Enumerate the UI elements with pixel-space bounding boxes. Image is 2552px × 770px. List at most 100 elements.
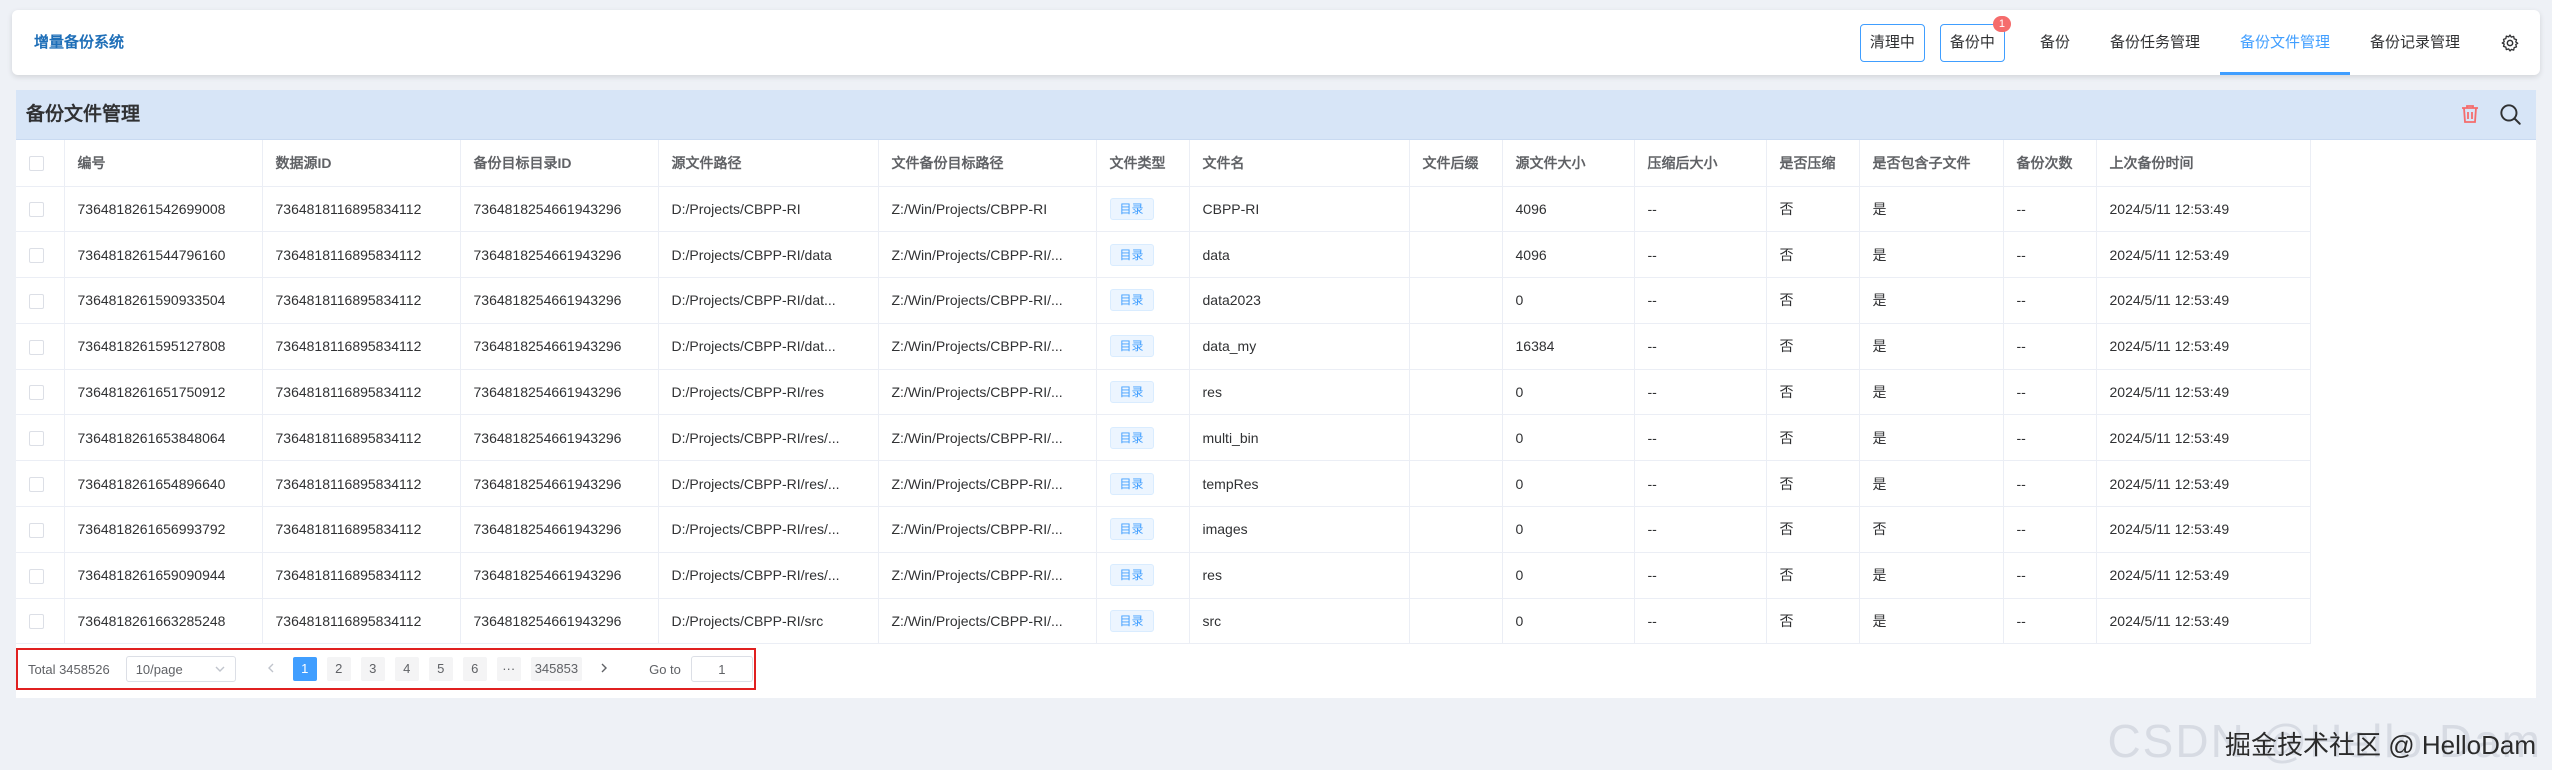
table-cell: 7364818116895834112: [262, 414, 461, 462]
row-select-cell[interactable]: [16, 598, 65, 645]
table-row[interactable]: 7364818261659090944 7364818116895834112 73…: [16, 552, 2311, 599]
file-table: 编号 数据源ID 备份目标目录ID 源文件路径 文件备份目标路径 文件类型 文件…: [16, 140, 2311, 645]
table-cell: 7364818261542699008: [64, 186, 263, 233]
page-button-5[interactable]: 5: [428, 657, 453, 681]
table-row[interactable]: 7364818261656993792 7364818116895834112 73…: [16, 506, 2311, 553]
table-cell: 否: [1766, 598, 1860, 645]
goto-page-input[interactable]: [690, 656, 753, 682]
table-row[interactable]: 7364818261663285248 7364818116895834112 73…: [16, 598, 2311, 645]
page-button-last[interactable]: 345853: [530, 657, 583, 681]
search-button[interactable]: [2496, 100, 2524, 128]
table-cell: D:/Projects/CBPP-RI/res/...: [658, 414, 879, 462]
table-row[interactable]: 7364818261544796160 7364818116895834112 73…: [16, 231, 2311, 279]
table-row[interactable]: 7364818261651750912 7364818116895834112 73…: [16, 369, 2311, 416]
settings-button[interactable]: [2480, 10, 2540, 75]
page-button-1[interactable]: 1: [292, 657, 317, 681]
table-cell: Z:/Win/Projects/CBPP-RI/...: [878, 323, 1097, 370]
row-checkbox[interactable]: [29, 568, 44, 584]
table-cell: multi_bin: [1189, 414, 1410, 462]
file-type-tag: 目录: [1109, 197, 1154, 220]
page-button-2[interactable]: 2: [326, 657, 351, 681]
row-select-cell[interactable]: [16, 460, 65, 508]
table-cell: 2024/5/11 12:53:49: [2096, 460, 2311, 508]
column-header: 是否压缩: [1766, 140, 1860, 187]
chevron-down-icon: [215, 666, 225, 672]
table-cell: 目录: [1096, 460, 1190, 508]
row-checkbox[interactable]: [29, 522, 44, 538]
table-row[interactable]: 7364818261590933504 7364818116895834112 73…: [16, 277, 2311, 324]
row-select-cell[interactable]: [16, 277, 65, 324]
table-cell: D:/Projects/CBPP-RI/dat...: [658, 323, 879, 370]
next-page-button[interactable]: [592, 657, 616, 681]
table-cell: 是: [1859, 460, 2004, 508]
table-cell: data: [1189, 231, 1410, 279]
table-cell: 否: [1766, 323, 1860, 370]
row-checkbox[interactable]: [29, 339, 44, 355]
table-cell: data_my: [1189, 323, 1410, 370]
table-cell: 2024/5/11 12:53:49: [2096, 506, 2311, 553]
row-checkbox[interactable]: [29, 385, 44, 401]
page-button-6[interactable]: 6: [462, 657, 487, 681]
row-checkbox[interactable]: [29, 431, 44, 447]
column-header: 压缩后大小: [1634, 140, 1767, 187]
row-checkbox[interactable]: [29, 477, 44, 493]
total-count: Total 3458526: [28, 661, 110, 677]
table-cell: 否: [1766, 231, 1860, 279]
select-all-checkbox[interactable]: [29, 156, 44, 172]
page-button-4[interactable]: 4: [394, 657, 419, 681]
table-row[interactable]: 7364818261654896640 7364818116895834112 73…: [16, 460, 2311, 508]
nav-item-backup-task-management[interactable]: 备份任务管理: [2090, 10, 2220, 75]
page-ellipsis-button[interactable]: ···: [496, 657, 521, 681]
select-all-cell[interactable]: [16, 140, 65, 187]
table-cell: D:/Projects/CBPP-RI: [658, 186, 879, 233]
table-cell: --: [1634, 323, 1767, 370]
page-button-3[interactable]: 3: [360, 657, 385, 681]
table-cell: 7364818254661943296: [460, 460, 659, 508]
table-row[interactable]: 7364818261542699008 7364818116895834112 73…: [16, 186, 2311, 233]
table-cell: 2024/5/11 12:53:49: [2096, 552, 2311, 599]
row-select-cell[interactable]: [16, 369, 65, 416]
row-select-cell[interactable]: [16, 506, 65, 553]
table-cell: D:/Projects/CBPP-RI/dat...: [658, 277, 879, 324]
table-cell: 7364818116895834112: [262, 598, 461, 645]
table-cell: --: [1634, 552, 1767, 599]
row-select-cell[interactable]: [16, 414, 65, 462]
column-header: 是否包含子文件: [1859, 140, 2004, 187]
delete-button[interactable]: [2456, 100, 2484, 128]
nav-item-backup[interactable]: 备份: [2020, 10, 2090, 75]
table-cell: res: [1189, 369, 1410, 416]
nav-item-backup-record-management[interactable]: 备份记录管理: [2350, 10, 2480, 75]
table-cell: --: [2003, 186, 2097, 233]
page-size-select[interactable]: 10/page: [125, 656, 236, 682]
prev-page-button[interactable]: [259, 657, 283, 681]
table-cell: --: [2003, 231, 2097, 279]
row-select-cell[interactable]: [16, 231, 65, 279]
row-select-cell[interactable]: [16, 186, 65, 233]
table-cell: src: [1189, 598, 1410, 645]
row-checkbox[interactable]: [29, 202, 44, 218]
table-cell: D:/Projects/CBPP-RI/res/...: [658, 552, 879, 599]
backing-status-button[interactable]: 备份中 1: [1939, 15, 2011, 62]
file-type-tag: 目录: [1109, 472, 1154, 495]
cleaning-status-button[interactable]: 清理中: [1859, 23, 1925, 62]
goto-label: Go to: [649, 661, 681, 677]
row-checkbox[interactable]: [29, 614, 44, 630]
row-checkbox[interactable]: [29, 248, 44, 264]
file-type-tag: 目录: [1109, 289, 1154, 312]
trash-icon: [2462, 105, 2478, 123]
row-checkbox[interactable]: [29, 293, 44, 309]
nav-item-backup-file-management[interactable]: 备份文件管理: [2219, 10, 2351, 75]
table-cell: --: [2003, 552, 2097, 599]
table-row[interactable]: 7364818261653848064 7364818116895834112 73…: [16, 414, 2311, 462]
table-cell: 否: [1766, 369, 1860, 416]
row-select-cell[interactable]: [16, 552, 65, 599]
table-cell: Z:/Win/Projects/CBPP-RI/...: [878, 460, 1097, 508]
row-select-cell[interactable]: [16, 323, 65, 370]
table-cell: 0: [1502, 277, 1635, 324]
table-cell: 7364818116895834112: [262, 369, 461, 416]
table-row[interactable]: 7364818261595127808 7364818116895834112 73…: [16, 323, 2311, 370]
table-cell: 目录: [1096, 598, 1190, 645]
table-cell: [1409, 598, 1503, 645]
file-type-tag: 目录: [1109, 426, 1154, 449]
pagination: Total 3458526 10/page 1 2 3 4 5 6 ··· 34…: [16, 648, 756, 690]
